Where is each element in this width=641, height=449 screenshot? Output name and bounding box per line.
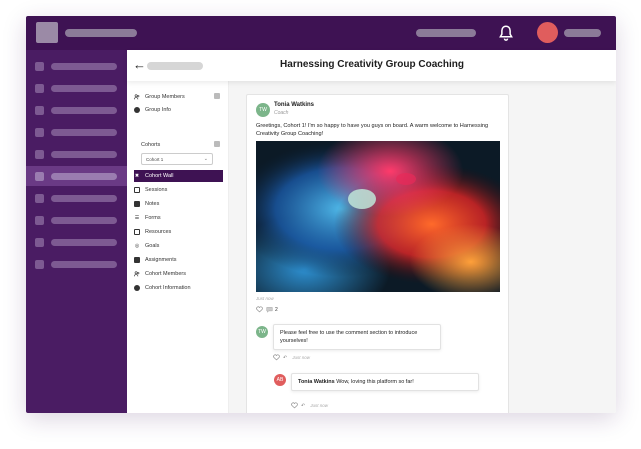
nav-cohort-members[interactable]: Cohort Members xyxy=(134,268,226,279)
page-title: Harnessing Creativity Group Coaching xyxy=(280,59,464,70)
avatar[interactable]: AB xyxy=(274,374,286,386)
nav-group-info[interactable]: Group Info xyxy=(134,104,226,115)
list-icon: ☰ xyxy=(134,214,140,221)
assignment-icon xyxy=(134,256,140,263)
nav-goals[interactable]: ◎ Goals xyxy=(134,240,226,251)
sidebar-item[interactable] xyxy=(26,232,127,252)
sidebar-item[interactable] xyxy=(26,254,127,274)
top-link-placeholder[interactable] xyxy=(416,29,476,37)
nav-sessions[interactable]: Sessions xyxy=(134,184,226,195)
heart-icon[interactable] xyxy=(291,402,298,409)
bell-icon[interactable] xyxy=(497,24,515,42)
reply-icon[interactable]: ↶ xyxy=(301,403,305,409)
comment-text: Please feel free to use the comment sect… xyxy=(280,330,418,344)
avatar[interactable]: TW xyxy=(256,326,268,338)
nav-cohort-information[interactable]: Cohort Information xyxy=(134,282,226,293)
calendar-icon xyxy=(134,186,140,193)
nav-resources[interactable]: Resources xyxy=(134,226,226,237)
sidebar-item[interactable] xyxy=(26,100,127,120)
app-name-placeholder xyxy=(65,29,137,37)
post-reactions: 2 xyxy=(256,306,278,313)
sidebar-item[interactable] xyxy=(26,122,127,142)
app-window: ← Harnessing Creativity Group Coaching G… xyxy=(26,16,616,413)
folder-icon xyxy=(134,228,140,235)
people-icon xyxy=(134,270,140,277)
group-nav: Group Members Group Info Cohorts Cohort … xyxy=(127,81,229,413)
cohort-select[interactable]: Cohort 1 ⌄ xyxy=(141,153,213,165)
avatar[interactable]: TW xyxy=(256,103,270,117)
post-author[interactable]: Tonia Watkins xyxy=(274,102,314,108)
cohort-wall: TW Tonia Watkins Coach Greetings, Cohort… xyxy=(229,81,616,413)
chevron-down-icon: ⌄ xyxy=(203,156,208,162)
page-header: ← Harnessing Creativity Group Coaching xyxy=(127,50,616,81)
comment-author[interactable]: Tonia Watkins xyxy=(298,379,335,385)
comment-icon[interactable] xyxy=(266,306,273,313)
sidebar-item-active[interactable] xyxy=(26,166,127,186)
nav-label: Group Info xyxy=(145,106,171,113)
puzzle-icon: ✖ xyxy=(134,173,140,179)
user-avatar[interactable] xyxy=(537,22,558,43)
sidebar-item[interactable] xyxy=(26,56,127,76)
breadcrumb[interactable] xyxy=(147,62,203,70)
back-arrow-icon[interactable]: ← xyxy=(133,57,146,72)
top-bar xyxy=(26,16,616,50)
plus-icon[interactable] xyxy=(214,141,220,147)
note-icon xyxy=(134,200,140,207)
heart-icon[interactable] xyxy=(256,306,263,313)
nav-assignments[interactable]: Assignments xyxy=(134,254,226,265)
main-sidebar xyxy=(26,50,127,413)
reply-icon[interactable]: ↶ xyxy=(283,355,287,361)
target-icon: ◎ xyxy=(134,242,140,249)
comment-actions: ↶ Just now xyxy=(273,354,310,361)
plus-icon[interactable] xyxy=(214,93,220,99)
comment-count: 2 xyxy=(275,306,278,313)
comment-bubble: Tonia Watkins Wow, loving this platform … xyxy=(291,373,479,391)
post-author-role: Coach xyxy=(274,110,289,116)
user-name-placeholder[interactable] xyxy=(564,29,601,37)
post-image xyxy=(256,141,500,292)
post-time: Just now xyxy=(256,296,274,301)
nav-cohort-wall[interactable]: ✖ Cohort Wall xyxy=(134,170,223,182)
info-icon xyxy=(134,284,140,291)
nav-forms[interactable]: ☰ Forms xyxy=(134,212,226,223)
nav-label: Group Members xyxy=(145,93,185,100)
info-icon xyxy=(134,106,140,113)
post-card: TW Tonia Watkins Coach Greetings, Cohort… xyxy=(246,94,509,413)
comment-actions: ↶ Just now xyxy=(291,402,328,409)
sidebar-item[interactable] xyxy=(26,210,127,230)
nav-group-members[interactable]: Group Members xyxy=(134,91,226,102)
sidebar-item[interactable] xyxy=(26,188,127,208)
app-logo[interactable] xyxy=(36,22,58,43)
comment-time: Just now xyxy=(292,355,310,360)
sidebar-item[interactable] xyxy=(26,144,127,164)
sidebar-item[interactable] xyxy=(26,78,127,98)
heart-icon[interactable] xyxy=(273,354,280,361)
comment-time: Just now xyxy=(310,403,328,408)
post-text: Greetings, Cohort 1! I'm so happy to hav… xyxy=(256,123,489,137)
nav-notes[interactable]: Notes xyxy=(134,198,226,209)
people-icon xyxy=(134,93,140,100)
comment-text: Wow, loving this platform so far! xyxy=(336,379,414,385)
comment-bubble: Please feel free to use the comment sect… xyxy=(273,324,441,350)
